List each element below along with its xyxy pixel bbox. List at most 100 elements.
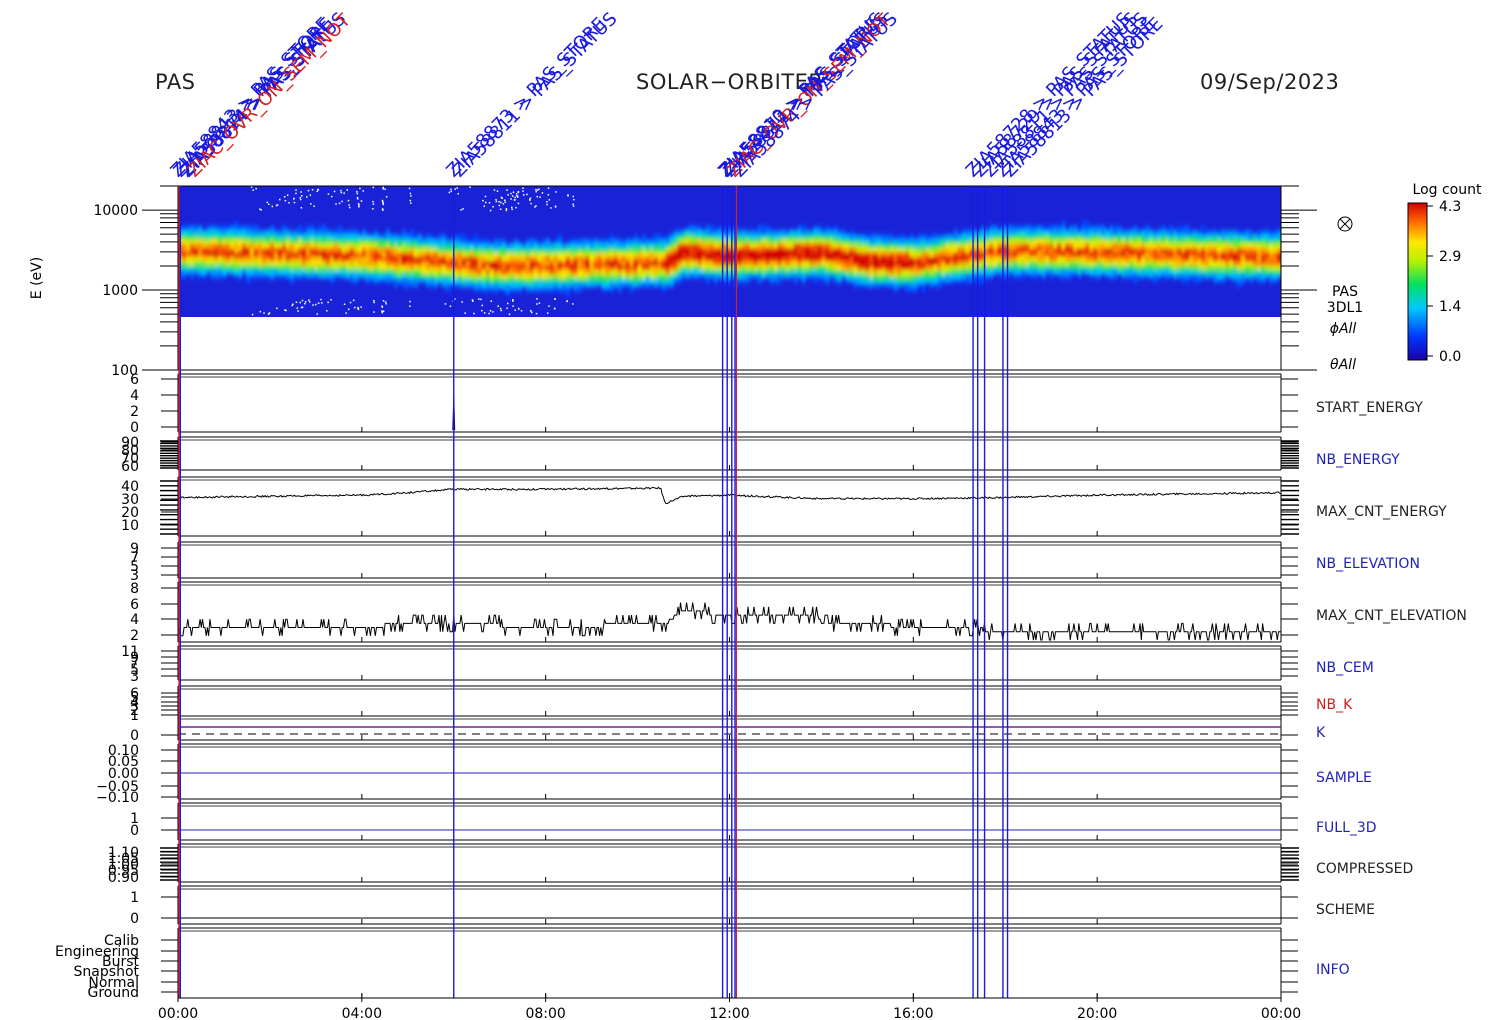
spectrogram-cell — [833, 269, 838, 275]
spectrogram-cell — [849, 269, 854, 275]
spectrogram-cell — [182, 234, 187, 240]
spectrogram-cell — [953, 229, 958, 235]
spectrogram-cell — [609, 278, 615, 284]
spectrogram-cell — [845, 256, 850, 262]
spectrogram-cell — [517, 247, 523, 253]
spectrogram-cell — [182, 251, 187, 257]
spectrogram-cell — [1025, 256, 1030, 262]
spectrogram-cell — [1141, 273, 1146, 279]
spectrogram-cell — [985, 243, 990, 248]
spectrogram-cell — [186, 229, 191, 235]
spectrogram-cell — [513, 238, 519, 244]
spectrogram-cell — [489, 287, 495, 292]
spectrogram-cell — [545, 282, 551, 288]
spectrogram-cell — [1217, 265, 1222, 270]
spectrogram-cell — [186, 243, 191, 248]
spectrogram-cell — [813, 229, 818, 235]
spectrogram-cell — [525, 273, 531, 279]
spectrogram-cell — [1197, 229, 1202, 235]
spectrogram-cell — [1161, 269, 1166, 275]
spectrogram-cell — [925, 243, 930, 248]
spectrogram-cell — [437, 273, 443, 279]
spectrogram-cell — [897, 238, 902, 244]
spectrogram-cell — [489, 260, 495, 266]
spectrogram-cell — [421, 260, 427, 266]
spectrogram-cell — [1173, 238, 1178, 244]
spectrogram-cell — [881, 243, 886, 248]
spectrogram-cell — [1085, 225, 1090, 231]
spectrogram-cell — [1089, 229, 1094, 235]
spectrogram-cell — [709, 256, 715, 262]
spectrogram-cell — [473, 243, 479, 248]
spectrogram-cell — [1105, 256, 1110, 262]
spectrogram-cell — [993, 251, 998, 257]
spectrogram-cell — [1233, 278, 1238, 284]
spectrogram-cell — [301, 243, 307, 248]
spectrogram-cell — [445, 282, 451, 288]
spectrogram-cell — [1073, 234, 1078, 240]
spectrogram-cell — [993, 225, 998, 231]
spectrogram-cell — [1149, 265, 1154, 270]
spectrogram-cell — [609, 243, 615, 248]
spectrogram-cell — [641, 243, 647, 248]
spectrogram-cell — [1273, 265, 1278, 270]
panel-ytick-label: 8 — [130, 581, 139, 597]
spectrogram-cell — [549, 282, 555, 288]
spectrogram-cell — [194, 251, 199, 257]
spectrogram-cell — [389, 234, 395, 240]
spectrogram-cell — [557, 256, 563, 262]
spectrogram-cell — [1265, 269, 1270, 275]
spectrogram-cell — [589, 238, 595, 244]
spectrogram-cell — [1177, 251, 1182, 257]
spectrogram-cell — [529, 269, 535, 275]
spectrogram-cell — [553, 287, 559, 292]
spectrogram-cell — [473, 278, 479, 284]
spectrogram-cell — [313, 234, 319, 240]
spectrogram-cell — [413, 238, 419, 244]
spectrogram-cell — [817, 229, 822, 235]
spectrogram-cell — [441, 273, 447, 279]
spectrogram-cell — [765, 225, 771, 231]
spectrogram-cell — [353, 243, 359, 248]
spectrogram-cell — [637, 243, 643, 248]
spectrogram-cell — [317, 234, 323, 240]
spectrogram-cell — [577, 238, 583, 244]
spectrogram-cell — [853, 265, 858, 270]
spectrogram-cell — [937, 260, 942, 266]
spectrogram-noise-cell — [297, 310, 299, 312]
spectrogram-cell — [285, 260, 291, 266]
spectrogram-cell — [1233, 256, 1238, 262]
spectrogram-cell — [637, 273, 643, 279]
spectrogram-cell — [533, 287, 539, 292]
spectrogram-cell — [1085, 260, 1090, 266]
spectrogram-cell — [501, 256, 507, 262]
spectrogram-cell — [182, 243, 187, 248]
spectrogram-noise-cell — [408, 187, 411, 190]
spectrogram-cell — [649, 269, 655, 275]
spectrogram-cell — [182, 238, 187, 244]
timeseries-panels: 6420START_ENERGY90807060 NB_ENERGY4030201… — [55, 372, 1467, 1001]
spectrogram-cell — [585, 238, 591, 244]
spectrogram-cell — [385, 243, 391, 248]
spectrogram-cell — [877, 247, 882, 253]
time-axis-label: 20:00 — [1077, 1006, 1117, 1020]
spectrogram-cell — [1169, 243, 1174, 248]
spectrogram-cell — [517, 269, 523, 275]
spectrogram-cell — [769, 247, 775, 253]
spectrogram-cell — [861, 282, 866, 288]
spectrogram-cell — [701, 260, 707, 266]
spectrogram-cell — [1237, 234, 1242, 240]
spectrogram-cell — [1201, 247, 1206, 253]
spectrogram-cell — [1193, 278, 1198, 284]
spectrogram-cell — [665, 273, 671, 279]
spectrogram-cell — [437, 234, 443, 240]
spectrogram-cell — [637, 265, 643, 270]
spectrogram-cell — [393, 260, 399, 266]
spectrogram-cell — [1173, 273, 1178, 279]
spectrogram-cell — [345, 229, 351, 235]
spectrogram-cell — [1173, 243, 1178, 248]
spectrogram-noise-cell — [255, 187, 257, 190]
spectrogram-cell — [433, 269, 439, 275]
spectrogram-noise-cell — [341, 200, 343, 203]
spectrogram-cell — [1049, 238, 1054, 244]
